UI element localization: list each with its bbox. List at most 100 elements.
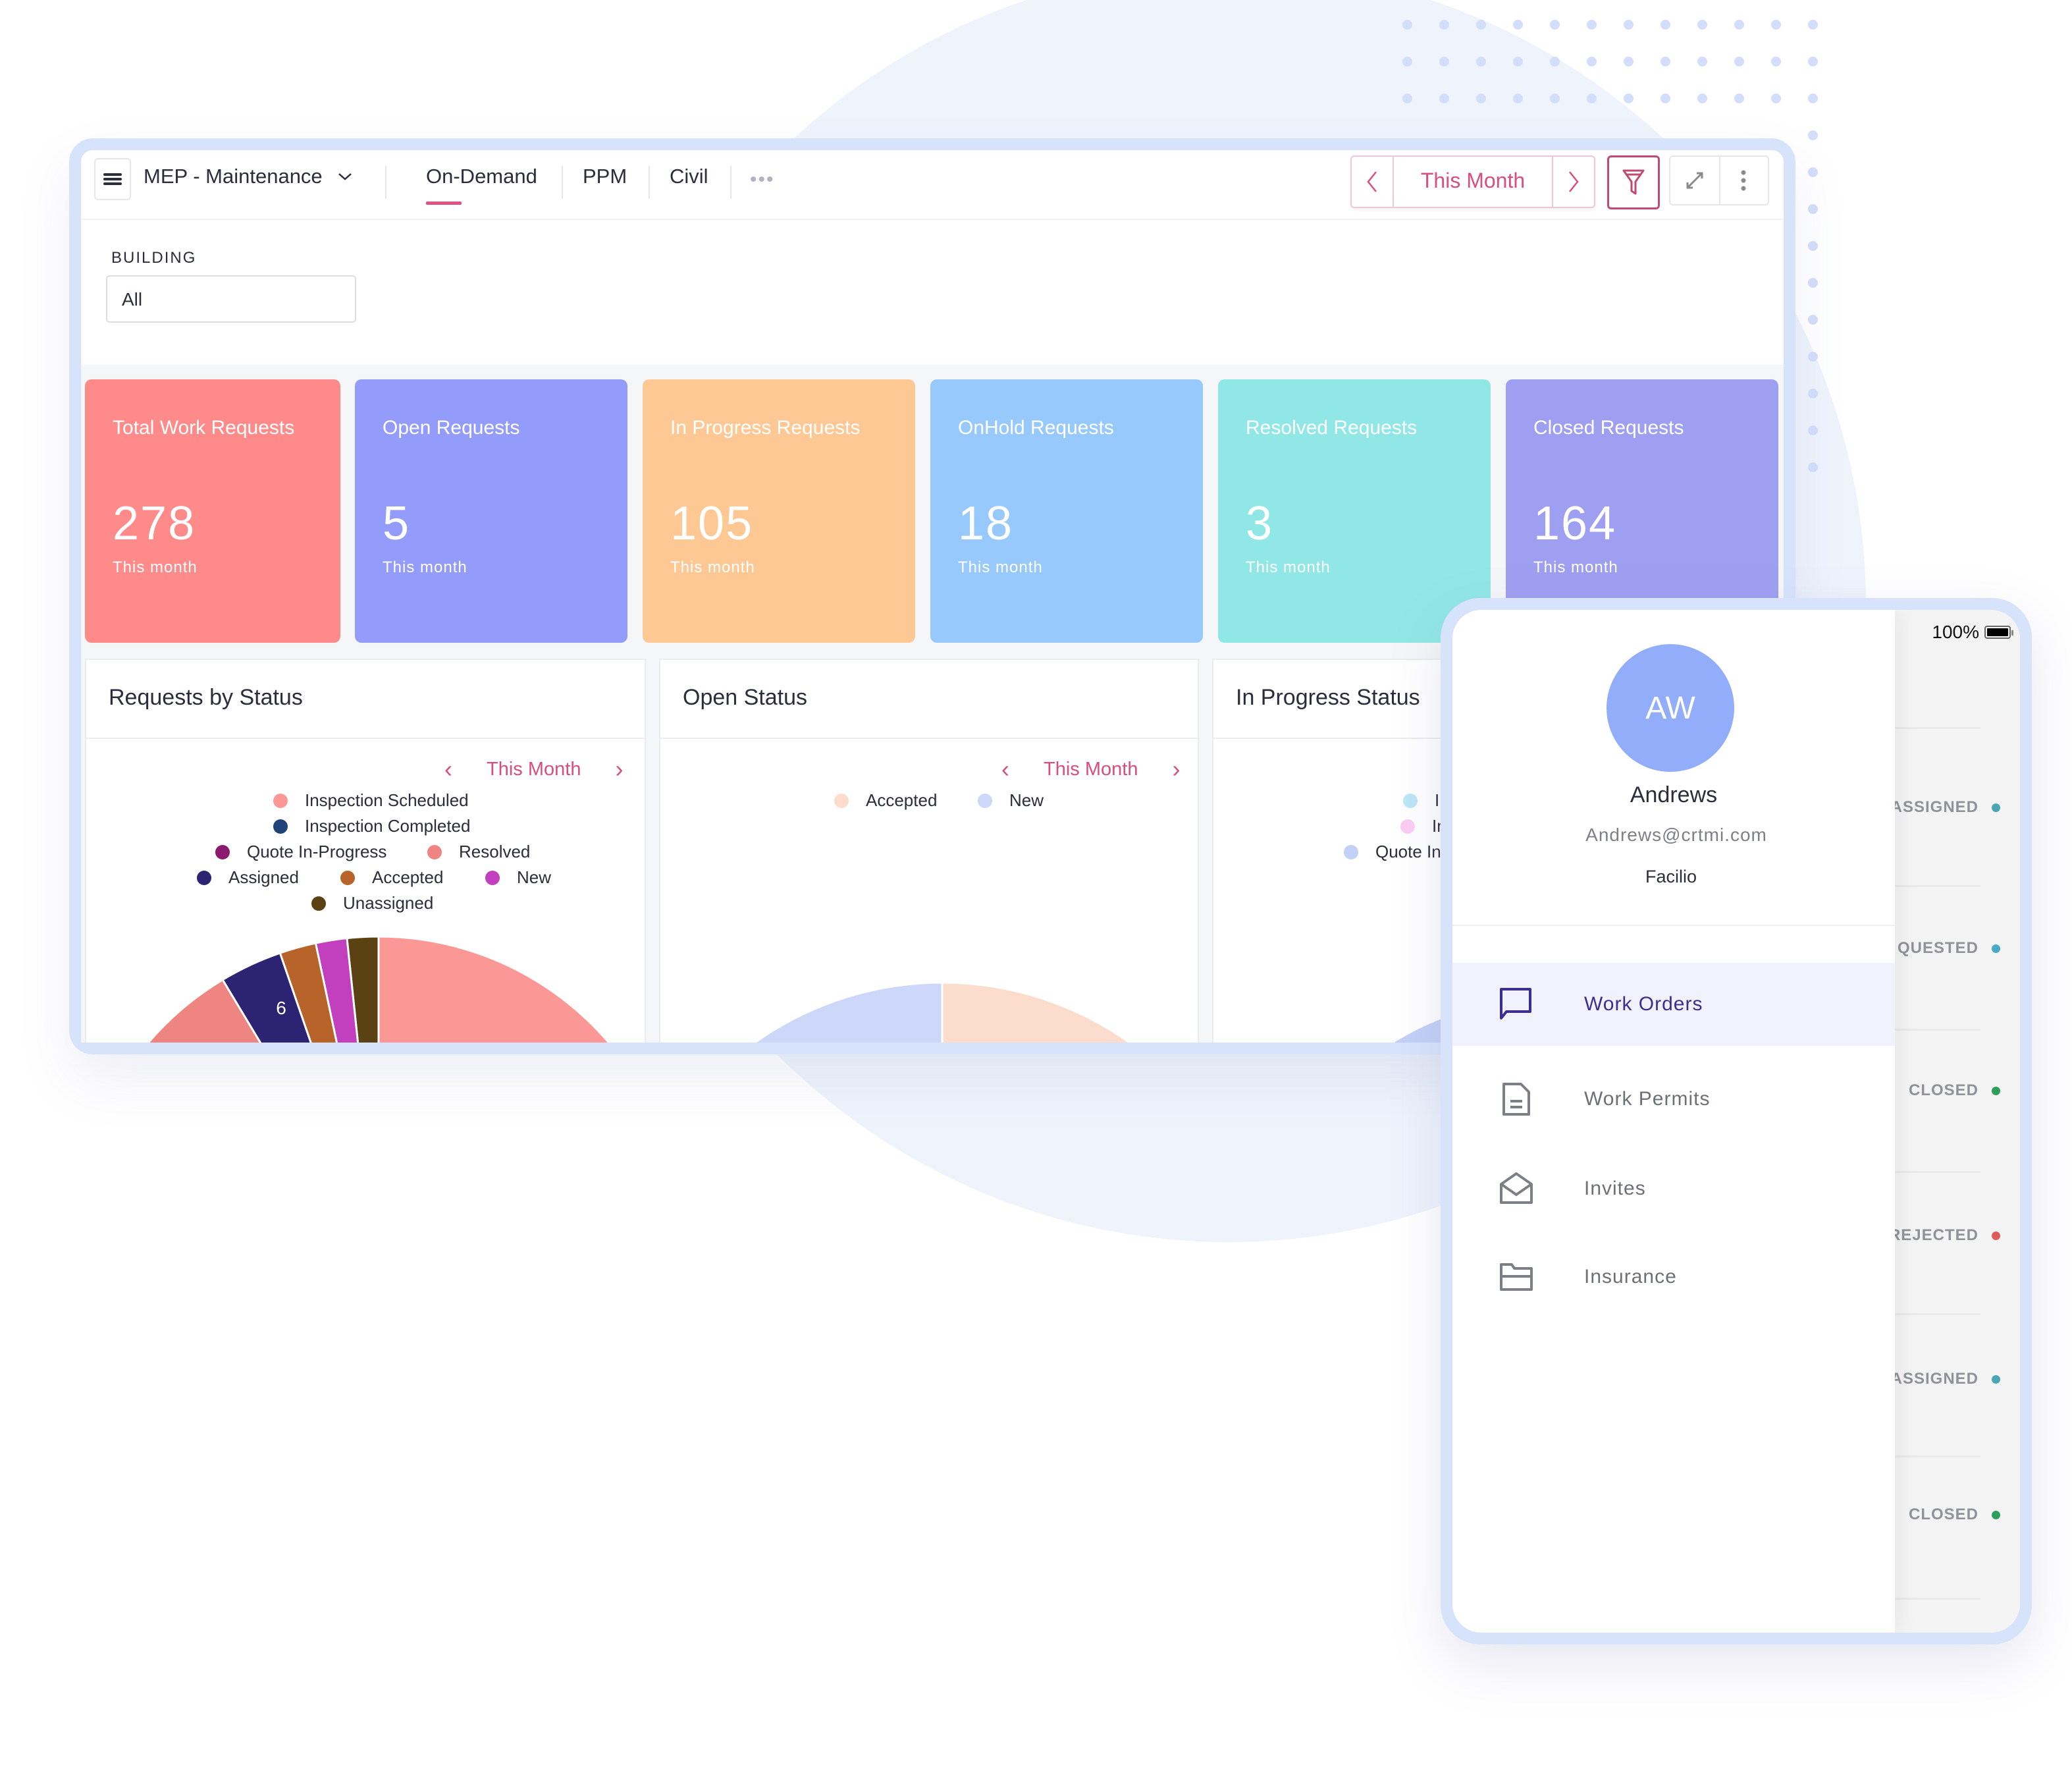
decor-dot	[1476, 20, 1486, 30]
tab-on-demand[interactable]: On-Demand	[426, 165, 537, 205]
date-next-button[interactable]	[1552, 157, 1594, 207]
navigation-drawer: AW Andrews Andrews@crtmi.com Facilio Wor…	[1452, 610, 1895, 1633]
hamburger-icon	[103, 171, 122, 187]
status-text: CLOSED	[1908, 1081, 1979, 1099]
decor-dot	[1808, 94, 1818, 103]
card-onhold-requests[interactable]: OnHold Requests 18 This month	[930, 379, 1203, 643]
battery-status: 100%	[1932, 622, 2013, 643]
tab-ppm[interactable]: PPM	[583, 165, 627, 188]
card-title: Total Work Requests	[113, 417, 295, 439]
chevron-right-icon	[1569, 171, 1579, 192]
row-divider	[1895, 885, 1980, 887]
card-value: 105	[670, 497, 754, 550]
decor-dot	[1550, 20, 1560, 30]
decor-dot	[1439, 57, 1449, 67]
top-bar: MEP - Maintenance On-Demand PPM Civil ••…	[81, 150, 1784, 220]
card-subtitle: This month	[958, 558, 1043, 576]
tab-civil[interactable]: Civil	[670, 165, 708, 188]
status-text: QUESTED	[1897, 939, 1979, 957]
menu-button[interactable]	[94, 158, 131, 200]
decor-dot	[1808, 241, 1818, 251]
decor-dot	[1697, 57, 1707, 67]
card-resolved-requests[interactable]: Resolved Requests 3 This month	[1218, 379, 1491, 643]
card-value: 164	[1533, 497, 1617, 550]
date-range-label[interactable]: This Month	[1394, 169, 1552, 193]
decor-dot	[1771, 94, 1781, 103]
decor-dot	[1734, 94, 1744, 103]
window-tools	[1669, 155, 1769, 205]
menu-item-work-permits[interactable]: Work Permits	[1452, 1058, 1895, 1141]
decor-dot	[1808, 425, 1818, 435]
menu-label: Work Permits	[1584, 1088, 1711, 1110]
divider	[649, 166, 650, 199]
more-options-button[interactable]	[1719, 157, 1768, 204]
row-divider	[1895, 1171, 1980, 1173]
card-subtitle: This month	[1246, 558, 1331, 576]
card-title: Open Requests	[383, 417, 520, 439]
menu-item-work-orders[interactable]: Work Orders	[1452, 963, 1895, 1046]
status-label: ASSIGNED	[1891, 798, 2000, 817]
building-filter-label: BUILDING	[111, 249, 197, 267]
decor-dot	[1550, 94, 1560, 103]
menu-item-insurance[interactable]: Insurance	[1452, 1235, 1895, 1318]
card-title: In Progress Requests	[670, 417, 861, 439]
decor-dot	[1808, 315, 1818, 325]
donut-slice-inspection-scheduled[interactable]	[377, 935, 681, 1043]
user-name: Andrews	[1630, 782, 1718, 807]
more-tabs-button[interactable]: •••	[750, 169, 775, 191]
chat-bubble-icon	[1497, 985, 1535, 1023]
module-name: MEP - Maintenance	[144, 165, 323, 188]
divider	[562, 166, 563, 199]
filter-button[interactable]	[1607, 155, 1660, 209]
date-prev-button[interactable]	[1352, 157, 1394, 207]
building-filter-input[interactable]: All	[106, 275, 356, 323]
donut-slice-new[interactable]	[620, 981, 943, 1043]
status-dot	[1992, 1231, 2000, 1240]
menu-label: Invites	[1584, 1178, 1646, 1199]
status-label: CLOSED	[1909, 1081, 2000, 1100]
funnel-icon	[1622, 169, 1645, 195]
status-dot	[1992, 944, 2000, 953]
row-divider	[1895, 1455, 1980, 1457]
decor-dot	[1402, 57, 1412, 67]
open-envelope-icon	[1497, 1170, 1535, 1208]
decor-dot	[1808, 167, 1818, 177]
decor-dot	[1476, 57, 1486, 67]
divider	[730, 166, 731, 199]
expand-button[interactable]	[1670, 157, 1720, 204]
decor-dot	[1587, 94, 1597, 103]
module-switcher[interactable]: MEP - Maintenance	[144, 165, 353, 188]
decor-dot	[1734, 20, 1744, 30]
row-divider	[1895, 1313, 1980, 1315]
decor-dot	[1624, 20, 1634, 30]
document-icon	[1497, 1080, 1535, 1118]
data-label: 6	[276, 998, 286, 1018]
decor-dot	[1697, 94, 1707, 103]
status-dot	[1992, 1086, 2000, 1095]
requests-by-status-donut: 6	[147, 935, 610, 1043]
card-in-progress-requests[interactable]: In Progress Requests 105 This month	[643, 379, 915, 643]
menu-item-invites[interactable]: Invites	[1452, 1147, 1895, 1230]
decor-dot	[1513, 94, 1523, 103]
card-total-work-requests[interactable]: Total Work Requests 278 This month	[85, 379, 340, 643]
decor-dot	[1587, 57, 1597, 67]
decor-dot	[1402, 20, 1412, 30]
status-dot	[1992, 1374, 2000, 1384]
avatar[interactable]: AW	[1607, 644, 1734, 772]
kebab-icon	[1741, 170, 1746, 191]
card-value: 18	[958, 497, 1014, 550]
status-text: ASSIGNED	[1890, 798, 1979, 816]
decor-dot	[1808, 57, 1818, 67]
decor-dot	[1808, 204, 1818, 214]
card-open-requests[interactable]: Open Requests 5 This month	[355, 379, 627, 643]
decor-dot	[1771, 57, 1781, 67]
card-subtitle: This month	[383, 558, 467, 576]
mobile-frame: 100% ASSIGNED QUESTED CLOSED REJECTED AS…	[1441, 598, 2032, 1644]
decor-dot	[1697, 20, 1707, 30]
decor-dot	[1660, 57, 1670, 67]
decor-dot	[1402, 94, 1412, 103]
decor-dot	[1624, 94, 1634, 103]
panel-requests-by-status: Requests by Status ‹ This Month › Inspec…	[85, 659, 646, 1043]
chevron-left-icon	[1367, 171, 1377, 192]
decor-dot	[1439, 94, 1449, 103]
